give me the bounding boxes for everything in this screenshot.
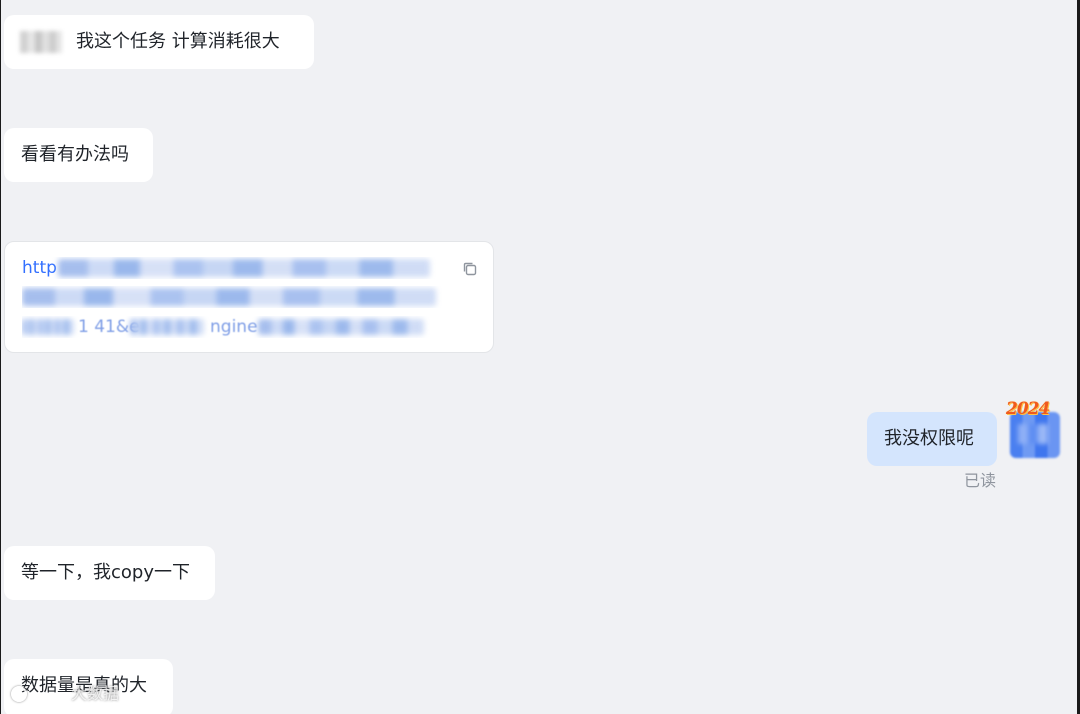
avatar-badge: 2024 (1006, 399, 1050, 419)
link-blurred-segment (22, 288, 436, 306)
mention-name-blurred[interactable] (20, 31, 62, 53)
message-text: 等一下，我copy一下 (21, 562, 190, 583)
link-message-card[interactable]: http 1 41&e ngine (4, 241, 494, 353)
watermark-icon (11, 686, 27, 702)
message-text: 看看有办法吗 (21, 144, 129, 165)
link-prefix: http (22, 258, 57, 278)
link-blurred-segment (258, 319, 424, 335)
link-line-3[interactable]: 1 41&e ngine (22, 316, 432, 338)
copy-icon[interactable] (461, 260, 479, 278)
link-tail-2: ngine (210, 317, 258, 337)
message-bubble[interactable]: 看看有办法吗 (4, 128, 153, 182)
link-line-2[interactable] (22, 286, 442, 308)
message-text: 我这个任务 计算消耗很大 (76, 31, 280, 52)
message-bubble[interactable]: 我这个任务 计算消耗很大 (4, 15, 314, 69)
link-blurred-segment (130, 319, 204, 335)
chat-panel: 我这个任务 计算消耗很大 看看有办法吗 http 1 41&e ngine 我没… (1, 0, 1077, 714)
watermark: 大数据 (11, 683, 119, 705)
message-text: 我没权限呢 (884, 428, 974, 449)
link-blurred-segment (58, 259, 430, 277)
watermark-text: 大数据 (71, 684, 120, 703)
message-bubble[interactable]: 等一下，我copy一下 (4, 546, 215, 600)
avatar[interactable]: 2024 (1006, 399, 1068, 459)
link-blurred-segment (22, 319, 74, 335)
read-status: 已读 (964, 471, 997, 490)
link-line-1[interactable]: http (22, 257, 442, 279)
my-message-bubble[interactable]: 我没权限呢 (867, 412, 997, 466)
